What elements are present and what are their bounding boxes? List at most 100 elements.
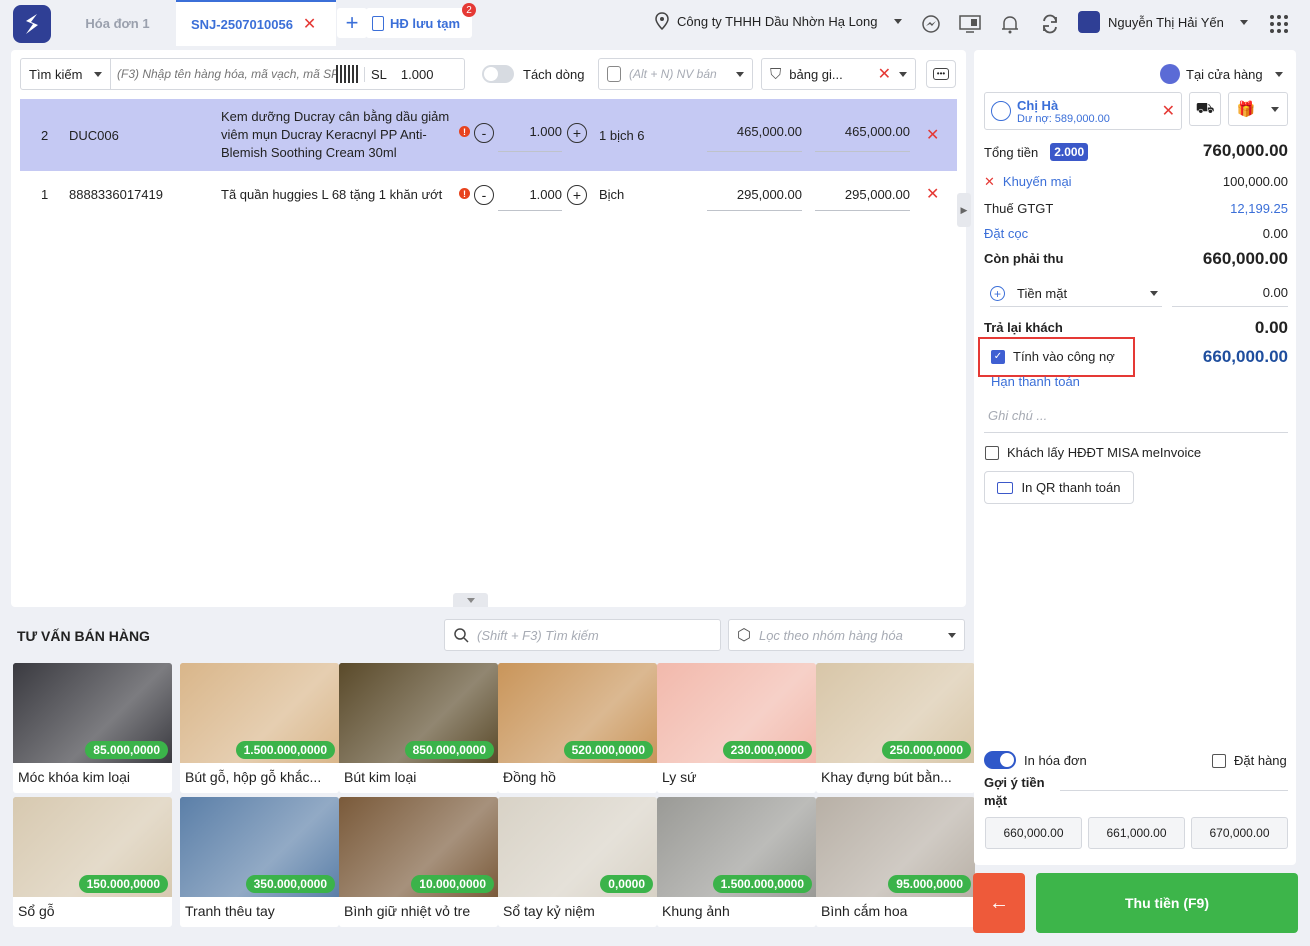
apps-grid-icon[interactable] [1269,14,1289,34]
company-selector[interactable]: Công ty THHH Dầu Nhờn Hạ Long [655,12,902,30]
product-card[interactable]: 850.000,0000 Bút kim loại [339,663,498,793]
product-card[interactable]: 0,0000 Sổ tay kỷ niệm [498,797,657,927]
checkbox-icon[interactable] [1212,753,1226,768]
checkbox-checked-icon[interactable]: ✓ [991,349,1005,364]
sale-channel-selector[interactable]: Tại cửa hàng [1160,64,1283,84]
product-suggest-search[interactable]: (Shift + F3) Tìm kiếm [444,619,721,651]
product-card[interactable]: 1.500.000,0000 Bút gỗ, hộp gỗ khắc... [180,663,339,793]
warning-icon[interactable]: ! [459,188,470,199]
increase-qty-button[interactable]: + [567,185,587,205]
product-name: Bình giữ nhiệt vỏ tre [344,903,471,919]
product-card[interactable]: 230.000,0000 Ly sứ [657,663,816,793]
payment-method-selector[interactable]: + Tiền mặt [990,281,1162,307]
product-card[interactable]: 95.000,0000 Bình cắm hoa [816,797,975,927]
search-placeholder: (Shift + F3) Tìm kiếm [477,627,599,643]
debt-checkbox-label: Tính vào công nợ [1013,349,1115,364]
payment-amount-input[interactable]: 0.00 [1172,281,1288,307]
cash-suggestion-label: Gợi ý tiền mặt [984,775,1045,808]
saved-invoices-button[interactable]: HĐ lưu tạm 2 [366,3,476,38]
note-input[interactable]: Ghi chú ... [984,403,1288,433]
chevron-down-icon [1271,106,1280,112]
user-menu[interactable]: Nguyễn Thị Hải Yến [1078,11,1248,33]
row-number: 1 [41,186,49,202]
add-tab-button[interactable]: + [337,8,367,38]
qty-input[interactable]: 1.000 [401,67,434,82]
category-filter[interactable]: ⬡ Lọc theo nhóm hàng hóa [728,619,965,651]
customer-field[interactable]: Chị Hà Dư nợ: 589,000.00 ✕ [984,92,1182,130]
amount-due: 660,000.00 [1202,249,1288,268]
price-list-selector[interactable]: ⛉ bảng gi... ✕ [761,58,916,90]
staff-selector[interactable]: (Alt + N) NV bán [598,58,753,90]
product-card[interactable]: 85.000,0000 Móc khóa kim loại [13,663,172,793]
increase-qty-button[interactable]: + [567,123,587,143]
preorder-checkbox[interactable]: Đặt hàng [1212,753,1287,768]
product-price-badge: 1.500.000,0000 [235,741,335,759]
product-search-bar: Tìm kiếm SL 1.000 [20,58,465,90]
company-name: Công ty THHH Dầu Nhờn Hạ Long [677,13,878,29]
clear-customer-icon[interactable]: ✕ [1162,101,1175,121]
print-qr-button[interactable]: In QR thanh toán [984,471,1134,504]
product-card[interactable]: 10.000,0000 Bình giữ nhiệt vỏ tre [339,797,498,927]
bell-icon[interactable] [998,12,1022,36]
more-options-button[interactable]: ••• [926,60,956,88]
collapse-toggle[interactable] [453,593,488,607]
product-card[interactable]: 350.000,0000 Tranh thêu tay [180,797,339,927]
delivery-button[interactable]: ⛟ [1189,92,1221,126]
split-line-toggle[interactable]: Tách dòng [482,65,584,83]
product-card[interactable]: 250.000,0000 Khay đựng bút bằn... [816,663,975,793]
expand-right-panel-toggle[interactable]: ▶ [957,193,971,227]
deposit-amount: 0.00 [1262,226,1288,241]
gift-button[interactable]: 🎁 [1228,92,1288,126]
delete-row-icon[interactable]: ✕ [926,125,939,145]
product-card[interactable]: 520.000,0000 Đồng hồ [498,663,657,793]
delete-row-icon[interactable]: ✕ [926,184,939,204]
back-button[interactable]: ← [973,873,1025,933]
qty-input[interactable]: 1.000 [498,124,562,152]
remove-promotion-icon[interactable]: ✕ [984,174,995,190]
debt-checkbox[interactable]: ✓ Tính vào công nợ [991,349,1115,364]
einvoice-checkbox[interactable]: Khách lấy HĐĐT MISA meInvoice [985,445,1201,460]
checkbox-icon[interactable] [985,445,999,460]
clear-icon[interactable]: ✕ [878,64,891,84]
toggle-switch[interactable] [482,65,514,83]
vat-amount[interactable]: 12,199.25 [1230,201,1288,216]
promotion-row[interactable]: ✕ Khuyến mại [984,174,1072,190]
product-card[interactable]: 1.500.000,0000 Khung ảnh [657,797,816,927]
search-mode-dropdown[interactable]: Tìm kiếm [21,59,111,89]
decrease-qty-button[interactable]: - [474,123,494,143]
qty-input[interactable]: 1.000 [498,187,562,211]
deposit-label[interactable]: Đặt cọc [984,226,1028,241]
unit-price[interactable]: 295,000.00 [707,187,802,211]
add-payment-icon[interactable]: + [990,286,1005,301]
cart-row[interactable]: 2 DUC006 Kem dưỡng Ducray cân bằng dầu g… [20,99,957,171]
due-date-link[interactable]: Hạn thanh toán [991,374,1080,389]
tab-current-invoice[interactable]: SNJ-2507010056 ✕ [176,0,336,46]
cash-suggestion-button[interactable]: 661,000.00 [1088,817,1185,849]
cash-suggestion-button[interactable]: 670,000.00 [1191,817,1288,849]
unit-price[interactable]: 465,000.00 [707,124,802,152]
monitor-icon[interactable] [958,12,982,36]
print-invoice-toggle[interactable]: In hóa đơn [984,751,1087,769]
cart-row[interactable]: 1 8888336017419 Tã quần huggies L 68 tặn… [20,171,957,217]
unit-label[interactable]: 1 bịch 6 [599,128,645,143]
warning-icon[interactable]: ! [459,126,470,137]
chevron-down-icon [94,71,102,77]
tab-invoice-1[interactable]: Hóa đơn 1 [60,0,175,46]
app-logo[interactable] [13,5,51,43]
tag-icon: ⛉ [770,65,782,83]
unit-label[interactable]: Bịch [599,187,624,202]
product-search-input[interactable] [111,67,336,81]
close-icon[interactable]: ✕ [303,14,316,34]
promotion-label[interactable]: Khuyến mại [1003,174,1072,190]
tab-label: SNJ-2507010056 [191,16,293,32]
section-title: TƯ VẤN BÁN HÀNG [17,628,150,644]
decrease-qty-button[interactable]: - [474,185,494,205]
toggle-switch[interactable] [984,751,1016,769]
sync-icon[interactable] [1038,12,1062,36]
cash-suggestion-button[interactable]: 660,000.00 [985,817,1082,849]
pay-button[interactable]: Thu tiền (F9) [1036,873,1298,933]
barcode-icon[interactable] [336,65,358,83]
product-price-badge: 350.000,0000 [245,875,335,893]
messenger-icon[interactable] [919,12,943,36]
product-card[interactable]: 150.000,0000 Sổ gỗ [13,797,172,927]
